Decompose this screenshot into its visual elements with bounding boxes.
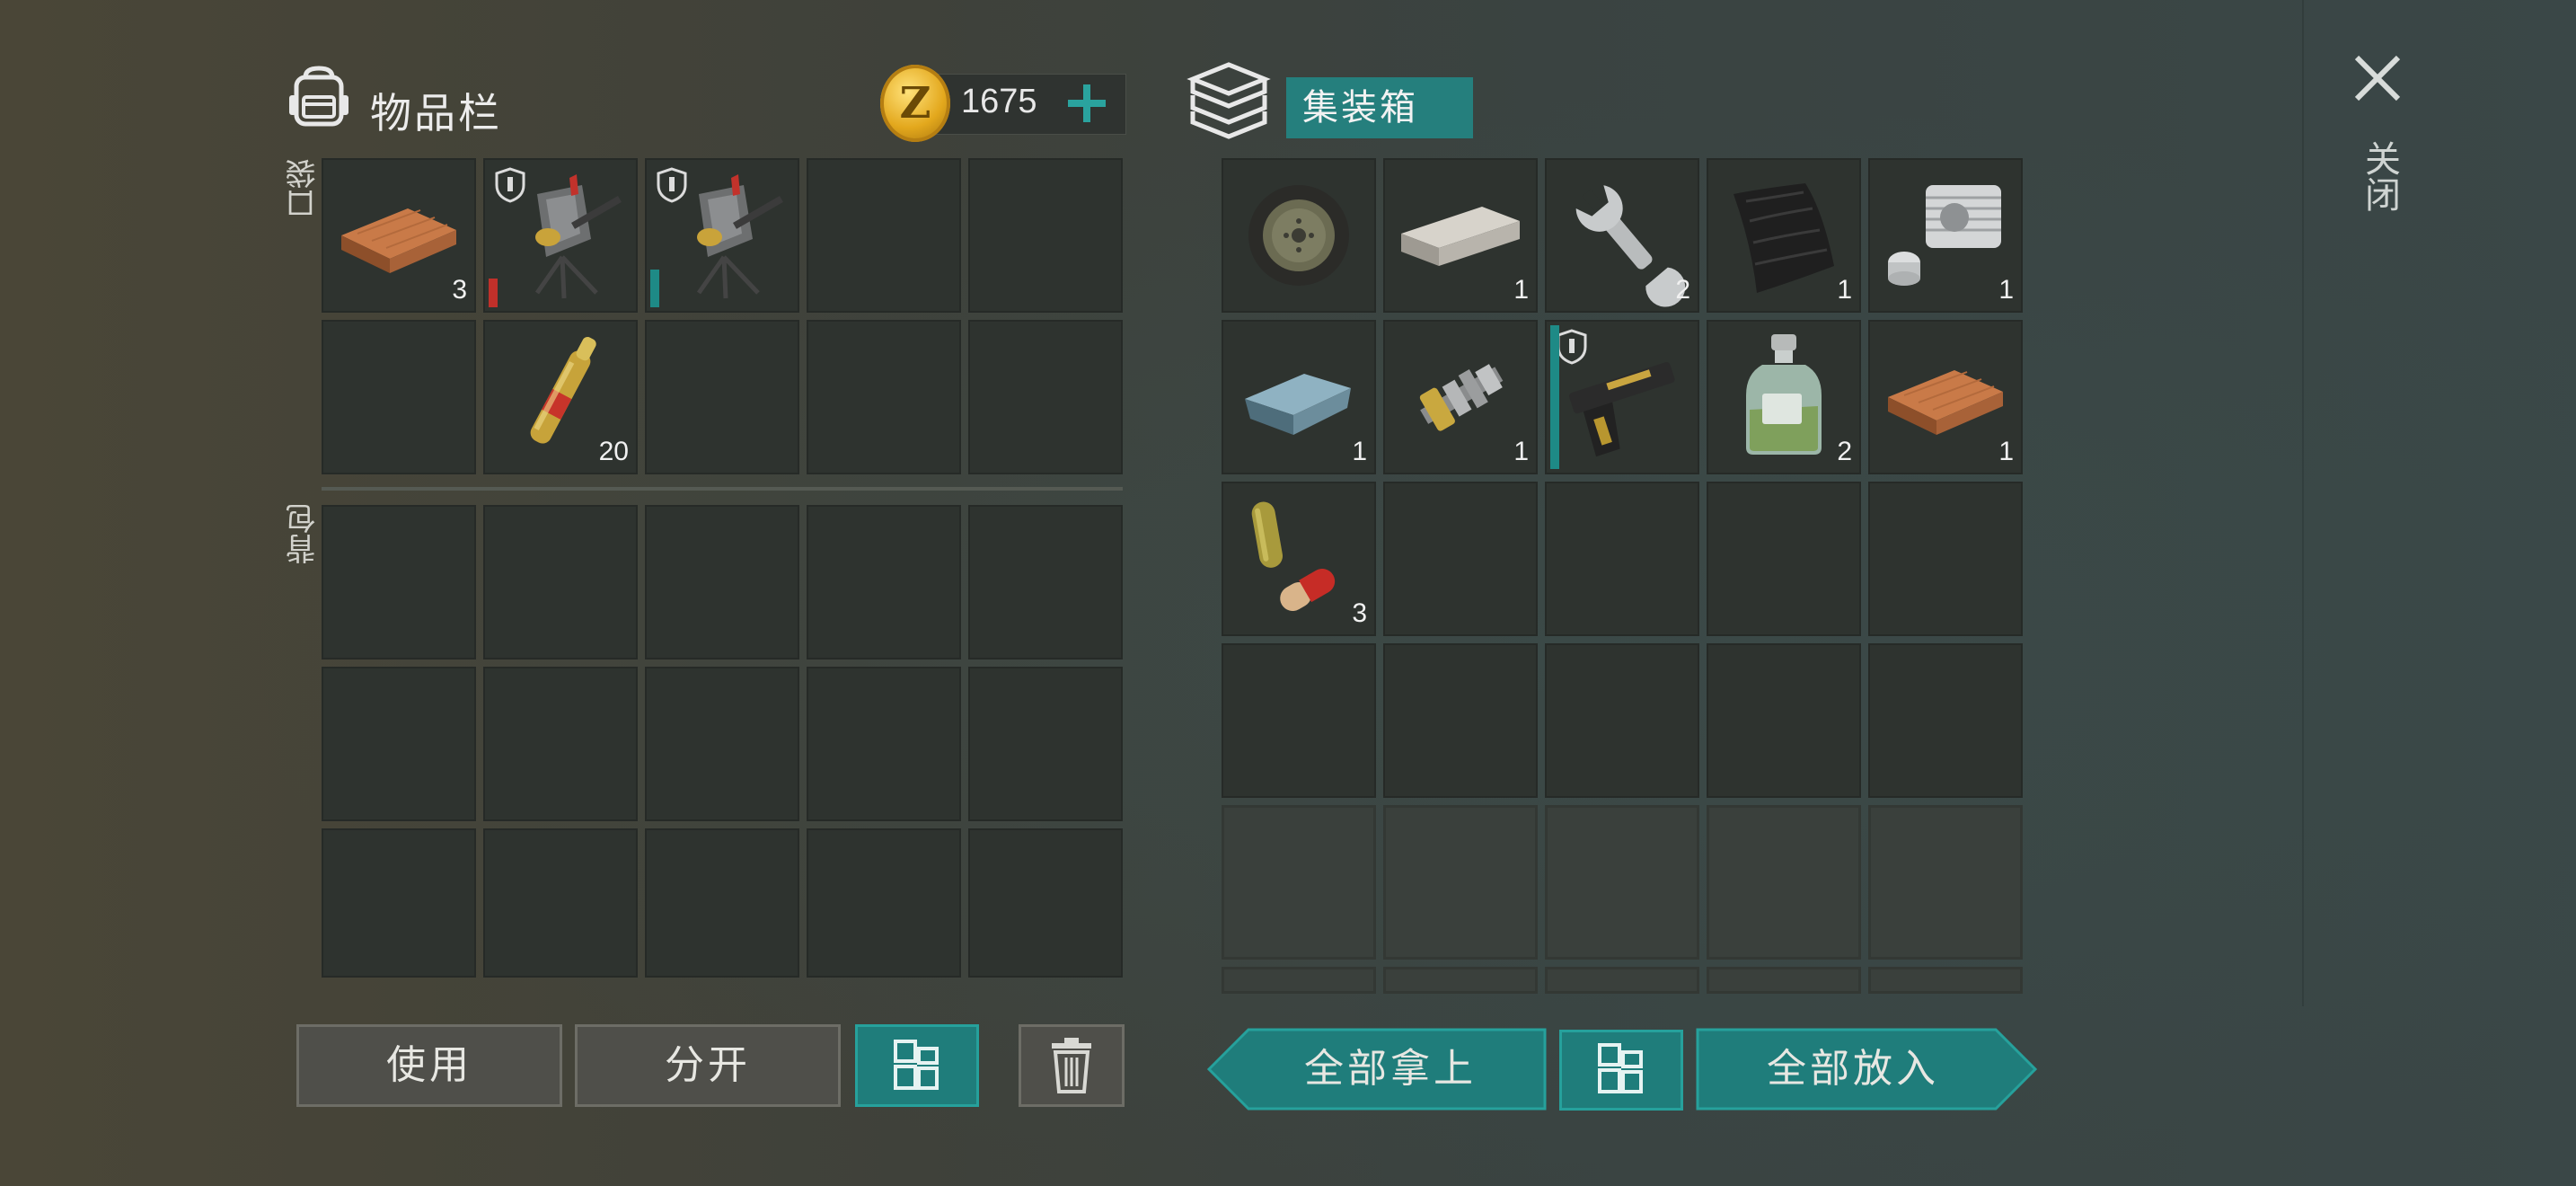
pocket-slot[interactable] (483, 158, 638, 313)
backpack-slot[interactable] (968, 667, 1123, 821)
item-quantity: 1 (1513, 437, 1529, 466)
inventory-title: 物品栏 (370, 89, 502, 137)
container-stack-icon (1187, 62, 1271, 139)
locked-slot (1222, 967, 1376, 994)
container-slot[interactable] (1707, 643, 1861, 798)
backpack-slot[interactable] (483, 505, 638, 659)
backpack-slot[interactable] (483, 828, 638, 978)
container-slot[interactable] (1707, 482, 1861, 636)
locked-slot (1707, 967, 1861, 994)
backpack-slot[interactable] (483, 667, 638, 821)
section-divider (322, 487, 1123, 491)
mounted-turret-icon (534, 174, 622, 299)
locked-slot (1383, 805, 1538, 960)
container-slot[interactable] (1222, 643, 1376, 798)
use-button[interactable]: 使用 (296, 1024, 562, 1107)
backpack-slot[interactable] (807, 828, 961, 978)
pocket-slot[interactable] (645, 158, 799, 313)
backpack-slot[interactable] (807, 667, 961, 821)
container-slot[interactable] (1545, 320, 1699, 474)
trash-icon (1052, 1038, 1091, 1093)
gold-amount: 1675 (961, 83, 1037, 120)
pocket-grid: 3 20 (322, 158, 1123, 474)
backpack-slot[interactable] (968, 828, 1123, 978)
wheel-icon (1248, 185, 1349, 286)
backpack-slot[interactable] (322, 505, 476, 659)
container-slot[interactable] (1868, 643, 2023, 798)
durability-bar (650, 270, 659, 307)
put-all-button[interactable]: 全部放入 (1696, 1028, 2037, 1111)
backpack-slot[interactable] (807, 505, 961, 659)
container-slot[interactable] (1545, 643, 1699, 798)
container-slot[interactable] (1383, 482, 1538, 636)
item-quantity: 20 (598, 437, 629, 466)
backpack-icon (289, 66, 348, 127)
item-quantity: 1 (1837, 275, 1852, 305)
locked-slot (1868, 967, 2023, 994)
pocket-slot[interactable]: 3 (322, 158, 476, 313)
container-slot[interactable] (1222, 158, 1376, 313)
split-button[interactable]: 分开 (575, 1024, 841, 1107)
locked-slot (1383, 967, 1538, 994)
locked-slot (1868, 805, 2023, 960)
item-quantity: 3 (452, 275, 467, 305)
mounted-turret-icon (696, 174, 783, 299)
container-slot[interactable]: 2 (1545, 158, 1699, 313)
pistol-icon (1568, 361, 1675, 457)
container-slot[interactable] (1545, 482, 1699, 636)
backpack-slot[interactable] (645, 828, 799, 978)
locked-slot (1707, 805, 1861, 960)
item-quantity: 3 (1352, 598, 1367, 628)
sort-inventory-button[interactable] (855, 1024, 979, 1107)
item-quantity: 1 (1513, 275, 1529, 305)
item-quantity: 1 (1998, 437, 2014, 466)
locked-slot (1222, 805, 1376, 960)
pocket-slot[interactable] (322, 320, 476, 474)
container-slot[interactable] (1868, 482, 2023, 636)
sort-grid-icon (1598, 1043, 1643, 1093)
backpack-grid (322, 505, 1123, 978)
container-slot[interactable]: 3 (1222, 482, 1376, 636)
sort-grid-icon (894, 1040, 939, 1090)
backpack-slot[interactable] (645, 667, 799, 821)
container-slot[interactable]: 1 (1868, 158, 2023, 313)
container-slot[interactable]: 1 (1383, 320, 1538, 474)
pocket-slot[interactable] (968, 320, 1123, 474)
container-slot[interactable]: 1 (1222, 320, 1376, 474)
backpack-slot[interactable] (322, 828, 476, 978)
backpack-slot[interactable] (645, 505, 799, 659)
item-quantity: 1 (1998, 275, 2014, 305)
close-icon[interactable] (2350, 50, 2405, 106)
item-quantity: 1 (1352, 437, 1367, 466)
pocket-slot[interactable] (807, 320, 961, 474)
gold-coin-icon: Z (880, 65, 950, 142)
container-slot[interactable]: 1 (1868, 320, 2023, 474)
container-title: 集装箱 (1286, 77, 1473, 138)
pocket-slot[interactable]: 20 (483, 320, 638, 474)
backpack-slot[interactable] (322, 667, 476, 821)
pocket-slot[interactable] (807, 158, 961, 313)
take-all-button[interactable]: 全部拿上 (1207, 1028, 1547, 1111)
item-quantity: 2 (1837, 437, 1852, 466)
locked-slot (1545, 805, 1699, 960)
container-slot[interactable]: 1 (1707, 158, 1861, 313)
pocket-label: 口袋 (286, 158, 322, 219)
close-label[interactable]: 关闭 (2357, 140, 2402, 212)
side-divider (2302, 0, 2304, 1006)
container-slot[interactable] (1383, 643, 1538, 798)
discard-button[interactable] (1019, 1024, 1125, 1107)
container-slot[interactable]: 2 (1707, 320, 1861, 474)
add-gold-button[interactable] (1058, 74, 1116, 133)
durability-bar (1550, 325, 1559, 469)
durability-bar (489, 279, 498, 307)
locked-slot (1545, 967, 1699, 994)
item-quantity: 2 (1675, 275, 1690, 305)
pocket-slot[interactable] (968, 158, 1123, 313)
container-grid: 1 2 1 1 1 1 2 1 3 (1222, 158, 2023, 994)
backpack-slot[interactable] (968, 505, 1123, 659)
backpack-label: 背包 (286, 503, 322, 564)
sort-container-button[interactable] (1559, 1030, 1683, 1111)
container-slot[interactable]: 1 (1383, 158, 1538, 313)
pocket-slot[interactable] (645, 320, 799, 474)
